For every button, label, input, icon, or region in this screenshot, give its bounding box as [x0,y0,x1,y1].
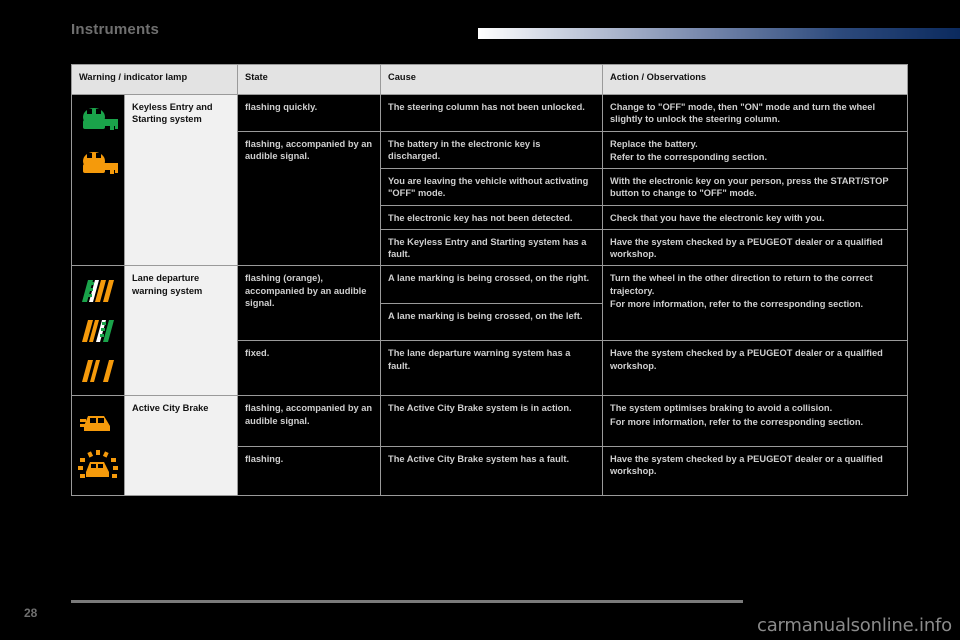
action-cell: The system optimises braking to avoid a … [602,395,909,448]
action-line: For more information, refer to the corre… [610,298,864,309]
state-cell: flashing (orange), accompanied by an aud… [237,265,382,342]
key-green-icon [83,108,118,130]
action-cell: Replace the battery. Refer to the corres… [602,130,909,170]
action-cell: Have the system checked by a PEUGEOT dea… [602,446,909,497]
action-cell: Have the system checked by a PEUGEOT dea… [602,228,909,267]
cause-cell: The Active City Brake system has a fault… [380,446,604,497]
column-header-action: Action / Observations [602,64,909,95]
lane-departure-left-icon [82,320,114,343]
lane-departure-fault-icon [82,360,114,383]
system-name-keyless: Keyless Entry and Starting system [123,93,239,267]
state-cell: flashing. [237,446,382,497]
system-name-active-city-brake: Active City Brake [123,395,239,497]
cause-cell: The lane departure warning system has a … [380,340,604,397]
cause-cell: You are leaving the vehicle without acti… [380,168,604,206]
header-accent-bar [478,28,960,39]
manual-page: Instruments Warning / indicator lamp Sta… [0,0,960,640]
cause-cell: The Keyless Entry and Starting system ha… [380,228,604,267]
table-body: Keyless Entry and Starting system flashi… [71,93,909,497]
table-row: Active City Brake flashing, accompanied … [71,395,909,497]
cause-cell: The battery in the electronic key is dis… [380,130,604,170]
key-orange-icon [83,152,118,174]
cause-cell: A lane marking is being crossed, on the … [380,302,604,342]
warning-lamp-table-wrapper: Warning / indicator lamp State Cause Act… [70,64,909,497]
system-name-lane-departure: Lane departure warning system [123,265,239,397]
table-header: Warning / indicator lamp State Cause Act… [70,64,909,95]
footer-divider [71,600,743,603]
action-line: Replace the battery. [610,138,698,149]
column-header-cause: Cause [380,64,604,95]
column-header-state: State [237,64,382,95]
cause-cell: The electronic key has not been detected… [380,204,604,230]
state-cell: flashing quickly. [237,94,382,132]
lamp-icon-cell-keyless [71,93,125,267]
action-line: The system optimises braking to avoid a … [610,403,833,414]
lamp-icon-cell-lane-departure [71,265,125,397]
table-header-row: Warning / indicator lamp State Cause Act… [70,64,909,95]
action-line: For more information, refer to the corre… [610,416,864,427]
page-number: 28 [24,606,38,620]
table-row: Keyless Entry and Starting system flashi… [71,93,909,267]
lamp-icon-cell-active-city-brake [71,395,125,497]
page-header: Instruments [0,0,960,58]
active-city-brake-alert-icon [78,450,118,479]
state-cell: flashing, accompanied by an audible sign… [237,395,382,448]
column-header-lamp: Warning / indicator lamp [70,64,239,95]
state-cell: flashing, accompanied by an audible sign… [237,130,382,267]
table-row: Lane departure warning system flashing (… [71,265,909,397]
action-line: Turn the wheel in the other direction to… [610,273,873,296]
warning-lamp-table: Warning / indicator lamp State Cause Act… [70,64,909,497]
watermark: carmanualsonline.info [757,615,952,636]
lane-departure-right-icon [82,280,114,303]
cause-cell: The Active City Brake system is in actio… [380,395,604,448]
action-cell: Turn the wheel in the other direction to… [602,265,909,342]
state-cell: fixed. [237,340,382,397]
active-city-brake-icon [80,416,110,432]
action-cell: Have the system checked by a PEUGEOT dea… [602,340,909,397]
cause-cell: The steering column has not been unlocke… [380,94,604,132]
action-cell: Check that you have the electronic key w… [602,204,909,230]
page-title: Instruments [71,21,160,38]
cause-cell: A lane marking is being crossed, on the … [380,265,604,304]
action-cell: With the electronic key on your person, … [602,168,909,206]
action-line: Refer to the corresponding section. [610,151,768,162]
action-cell: Change to "OFF" mode, then "ON" mode and… [602,94,909,132]
